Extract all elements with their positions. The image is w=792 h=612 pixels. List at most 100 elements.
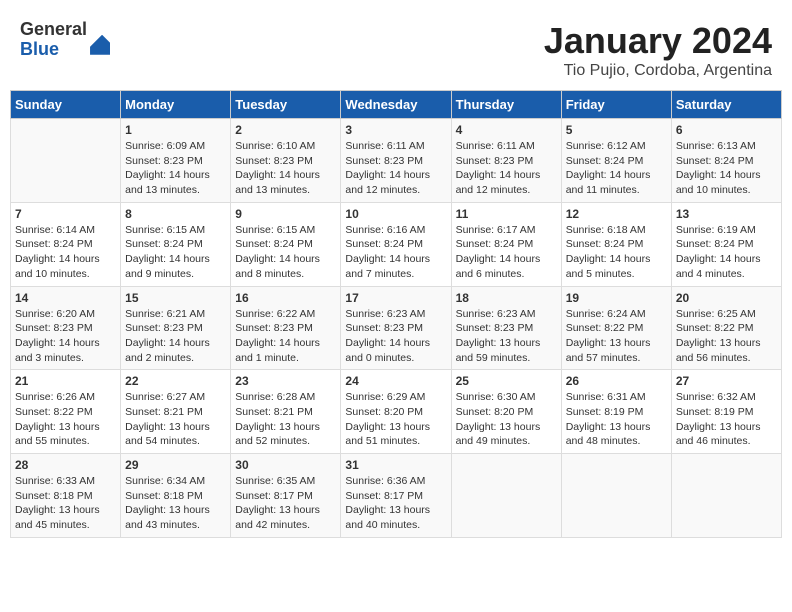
day-number: 20 bbox=[676, 291, 777, 305]
day-info: Sunrise: 6:10 AM Sunset: 8:23 PM Dayligh… bbox=[235, 139, 336, 198]
calendar-cell bbox=[671, 454, 781, 538]
calendar-cell: 3Sunrise: 6:11 AM Sunset: 8:23 PM Daylig… bbox=[341, 119, 451, 203]
day-info: Sunrise: 6:25 AM Sunset: 8:22 PM Dayligh… bbox=[676, 307, 777, 366]
day-info: Sunrise: 6:28 AM Sunset: 8:21 PM Dayligh… bbox=[235, 390, 336, 449]
calendar-cell: 23 Sunrise: 6:28 AM Sunset: 8:21 PM Dayli… bbox=[231, 370, 341, 454]
day-info: Sunrise: 6:30 AM Sunset: 8:20 PM Dayligh… bbox=[456, 390, 557, 449]
day-number: 15 bbox=[125, 291, 226, 305]
day-info: Sunrise: 6:15 AM Sunset: 8:24 PM Dayligh… bbox=[235, 223, 336, 282]
day-number: 28 bbox=[15, 458, 116, 472]
calendar-cell: 19Sunrise: 6:24 AM Sunset: 8:22 PM Dayli… bbox=[561, 286, 671, 370]
day-info: Sunrise: 6:11 AM Sunset: 8:23 PM Dayligh… bbox=[456, 139, 557, 198]
day-info: Sunrise: 6:11 AM Sunset: 8:23 PM Dayligh… bbox=[345, 139, 446, 198]
day-number: 26 bbox=[566, 374, 667, 388]
day-number: 7 bbox=[15, 207, 116, 221]
calendar-cell bbox=[451, 454, 561, 538]
calendar-week-1: 7 Sunrise: 6:14 AM Sunset: 8:24 PM Daylig… bbox=[11, 202, 782, 286]
day-info: Sunrise: 6:31 AM Sunset: 8:19 PM Dayligh… bbox=[566, 390, 667, 449]
logo-blue: Blue bbox=[20, 40, 87, 60]
day-number: 19 bbox=[566, 291, 667, 305]
calendar-cell: 18 Sunrise: 6:23 AM Sunset: 8:23 PM Dayli… bbox=[451, 286, 561, 370]
calendar-week-4: 28 Sunrise: 6:33 AM Sunset: 8:18 PM Dayli… bbox=[11, 454, 782, 538]
day-info: Sunrise: 6:29 AM Sunset: 8:20 PM Dayligh… bbox=[345, 390, 446, 449]
day-number: 6 bbox=[676, 123, 777, 137]
day-number: 11 bbox=[456, 207, 557, 221]
day-number: 10 bbox=[345, 207, 446, 221]
day-info: Sunrise: 6:20 AM Sunset: 8:23 PM Dayligh… bbox=[15, 307, 116, 366]
day-info: Sunrise: 6:35 AM Sunset: 8:17 PM Dayligh… bbox=[235, 474, 336, 533]
day-info: Sunrise: 6:23 AM Sunset: 8:23 PM Dayligh… bbox=[456, 307, 557, 366]
day-number: 24 bbox=[345, 374, 446, 388]
day-info: Sunrise: 6:27 AM Sunset: 8:21 PM Dayligh… bbox=[125, 390, 226, 449]
calendar-cell: 24 Sunrise: 6:29 AM Sunset: 8:20 PM Dayli… bbox=[341, 370, 451, 454]
day-number: 5 bbox=[566, 123, 667, 137]
day-info: Sunrise: 6:21 AM Sunset: 8:23 PM Dayligh… bbox=[125, 307, 226, 366]
calendar-cell: 8 Sunrise: 6:15 AM Sunset: 8:24 PM Daylig… bbox=[121, 202, 231, 286]
day-info: Sunrise: 6:15 AM Sunset: 8:24 PM Dayligh… bbox=[125, 223, 226, 282]
calendar-cell: 9 Sunrise: 6:15 AM Sunset: 8:24 PM Daylig… bbox=[231, 202, 341, 286]
calendar-cell: 15 Sunrise: 6:21 AM Sunset: 8:23 PM Dayli… bbox=[121, 286, 231, 370]
day-info: Sunrise: 6:19 AM Sunset: 8:24 PM Dayligh… bbox=[676, 223, 777, 282]
page-subtitle: Tio Pujio, Cordoba, Argentina bbox=[544, 62, 772, 80]
day-number: 8 bbox=[125, 207, 226, 221]
day-info: Sunrise: 6:23 AM Sunset: 8:23 PM Dayligh… bbox=[345, 307, 446, 366]
day-info: Sunrise: 6:26 AM Sunset: 8:22 PM Dayligh… bbox=[15, 390, 116, 449]
day-number: 2 bbox=[235, 123, 336, 137]
page-header: General Blue January 2024 Tio Pujio, Cor… bbox=[10, 10, 782, 85]
day-number: 25 bbox=[456, 374, 557, 388]
day-number: 4 bbox=[456, 123, 557, 137]
day-number: 13 bbox=[676, 207, 777, 221]
calendar-cell bbox=[561, 454, 671, 538]
calendar-cell: 13 Sunrise: 6:19 AM Sunset: 8:24 PM Dayli… bbox=[671, 202, 781, 286]
day-number: 14 bbox=[15, 291, 116, 305]
day-info: Sunrise: 6:14 AM Sunset: 8:24 PM Dayligh… bbox=[15, 223, 116, 282]
calendar-cell: 12Sunrise: 6:18 AM Sunset: 8:24 PM Dayli… bbox=[561, 202, 671, 286]
day-number: 16 bbox=[235, 291, 336, 305]
calendar-cell: 7 Sunrise: 6:14 AM Sunset: 8:24 PM Daylig… bbox=[11, 202, 121, 286]
day-number: 18 bbox=[456, 291, 557, 305]
calendar-cell: 4 Sunrise: 6:11 AM Sunset: 8:23 PM Daylig… bbox=[451, 119, 561, 203]
day-info: Sunrise: 6:18 AM Sunset: 8:24 PM Dayligh… bbox=[566, 223, 667, 282]
calendar-cell: 28 Sunrise: 6:33 AM Sunset: 8:18 PM Dayli… bbox=[11, 454, 121, 538]
calendar-cell: 16Sunrise: 6:22 AM Sunset: 8:23 PM Dayli… bbox=[231, 286, 341, 370]
col-header-wednesday: Wednesday bbox=[341, 91, 451, 119]
day-number: 23 bbox=[235, 374, 336, 388]
day-number: 9 bbox=[235, 207, 336, 221]
col-header-monday: Monday bbox=[121, 91, 231, 119]
day-info: Sunrise: 6:09 AM Sunset: 8:23 PM Dayligh… bbox=[125, 139, 226, 198]
day-number: 29 bbox=[125, 458, 226, 472]
day-info: Sunrise: 6:33 AM Sunset: 8:18 PM Dayligh… bbox=[15, 474, 116, 533]
calendar-cell: 30 Sunrise: 6:35 AM Sunset: 8:17 PM Dayli… bbox=[231, 454, 341, 538]
day-info: Sunrise: 6:36 AM Sunset: 8:17 PM Dayligh… bbox=[345, 474, 446, 533]
calendar-cell: 25 Sunrise: 6:30 AM Sunset: 8:20 PM Dayli… bbox=[451, 370, 561, 454]
calendar-cell: 6 Sunrise: 6:13 AM Sunset: 8:24 PM Daylig… bbox=[671, 119, 781, 203]
page-title: January 2024 bbox=[544, 20, 772, 62]
day-number: 22 bbox=[125, 374, 226, 388]
calendar-cell: 31 Sunrise: 6:36 AM Sunset: 8:17 PM Dayli… bbox=[341, 454, 451, 538]
day-info: Sunrise: 6:17 AM Sunset: 8:24 PM Dayligh… bbox=[456, 223, 557, 282]
logo-general: General bbox=[20, 20, 87, 40]
day-info: Sunrise: 6:13 AM Sunset: 8:24 PM Dayligh… bbox=[676, 139, 777, 198]
calendar-cell: 29 Sunrise: 6:34 AM Sunset: 8:18 PM Dayli… bbox=[121, 454, 231, 538]
calendar-week-2: 14 Sunrise: 6:20 AM Sunset: 8:23 PM Dayli… bbox=[11, 286, 782, 370]
day-info: Sunrise: 6:16 AM Sunset: 8:24 PM Dayligh… bbox=[345, 223, 446, 282]
day-number: 31 bbox=[345, 458, 446, 472]
day-info: Sunrise: 6:34 AM Sunset: 8:18 PM Dayligh… bbox=[125, 474, 226, 533]
calendar-cell: 20 Sunrise: 6:25 AM Sunset: 8:22 PM Dayli… bbox=[671, 286, 781, 370]
day-number: 21 bbox=[15, 374, 116, 388]
calendar-cell: 11 Sunrise: 6:17 AM Sunset: 8:24 PM Dayli… bbox=[451, 202, 561, 286]
calendar-cell: 17 Sunrise: 6:23 AM Sunset: 8:23 PM Dayli… bbox=[341, 286, 451, 370]
calendar-cell: 2 Sunrise: 6:10 AM Sunset: 8:23 PM Daylig… bbox=[231, 119, 341, 203]
calendar-cell: 26 Sunrise: 6:31 AM Sunset: 8:19 PM Dayli… bbox=[561, 370, 671, 454]
col-header-sunday: Sunday bbox=[11, 91, 121, 119]
logo-text: General Blue bbox=[20, 20, 87, 60]
col-header-tuesday: Tuesday bbox=[231, 91, 341, 119]
day-number: 17 bbox=[345, 291, 446, 305]
calendar-cell bbox=[11, 119, 121, 203]
day-info: Sunrise: 6:12 AM Sunset: 8:24 PM Dayligh… bbox=[566, 139, 667, 198]
calendar-week-3: 21 Sunrise: 6:26 AM Sunset: 8:22 PM Dayli… bbox=[11, 370, 782, 454]
day-number: 30 bbox=[235, 458, 336, 472]
calendar-week-0: 1Sunrise: 6:09 AM Sunset: 8:23 PM Daylig… bbox=[11, 119, 782, 203]
logo-icon bbox=[90, 35, 110, 55]
calendar-cell: 1Sunrise: 6:09 AM Sunset: 8:23 PM Daylig… bbox=[121, 119, 231, 203]
